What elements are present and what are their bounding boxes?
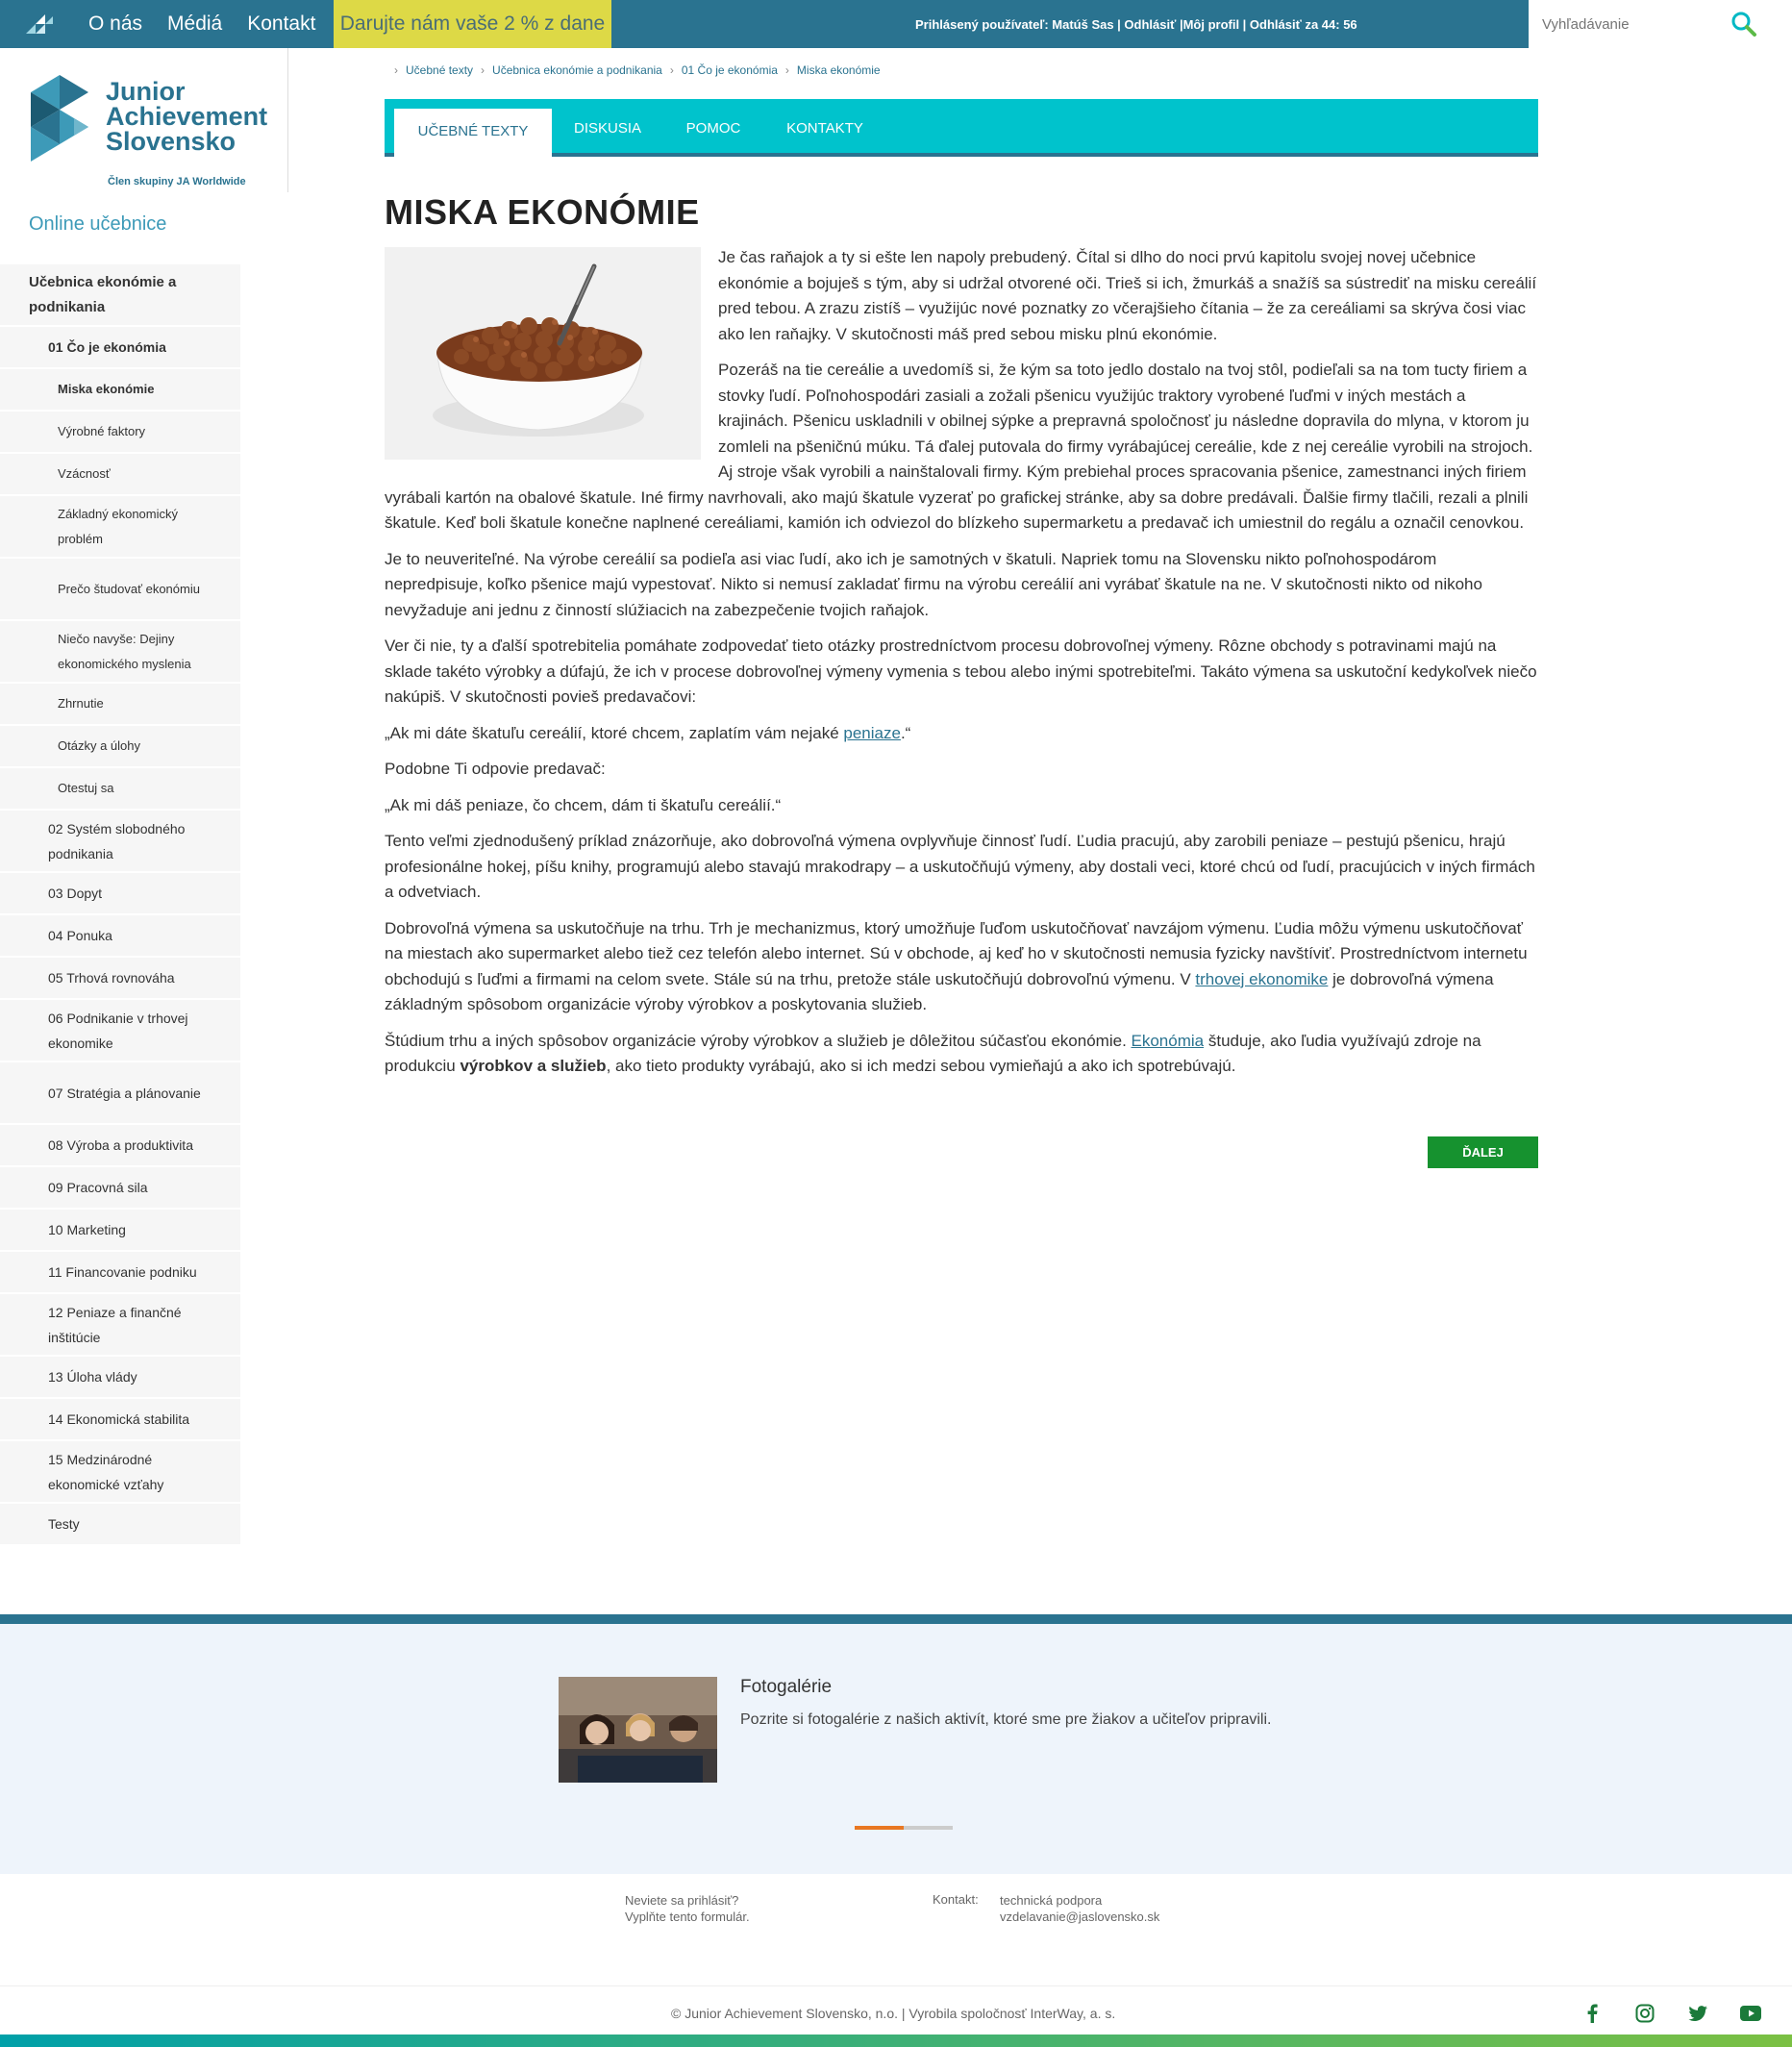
paragraph: Podobne Ti odpovie predavač: xyxy=(385,760,606,778)
social-links xyxy=(1565,2000,1792,2027)
breadcrumb-item[interactable]: 01 Čo je ekonómia xyxy=(682,63,778,77)
ja-logo[interactable]: Junior Achievement Slovensko Člen skupin… xyxy=(0,48,288,192)
paragraph: Ver či nie, ty a ďalší spotrebitelia pom… xyxy=(385,637,1537,706)
nav-contact[interactable]: Kontakt xyxy=(247,12,315,36)
login-help[interactable]: Neviete sa prihlásiť? Vyplňte tento form… xyxy=(625,1892,750,1925)
sidebar-item[interactable]: 05 Trhová rovnováha xyxy=(0,958,240,1000)
sidebar-item[interactable]: Testy xyxy=(0,1504,240,1546)
facebook-icon[interactable] xyxy=(1565,2000,1618,2027)
ja-member-text: Člen skupiny JA Worldwide xyxy=(108,176,246,187)
sidebar-item[interactable]: 04 Ponuka xyxy=(0,915,240,958)
sidebar-item[interactable]: 12 Peniaze a finančné inštitúcie xyxy=(0,1294,240,1357)
sidebar-item[interactable]: Niečo navyše: Dejiny ekonomického myslen… xyxy=(0,621,240,684)
ja-brand-text: Junior Achievement Slovensko xyxy=(106,77,268,156)
nav-media[interactable]: Médiá xyxy=(167,12,222,36)
donate-banner[interactable]: Darujte nám vaše 2 % z dane xyxy=(334,0,611,48)
content-tabs: UČEBNÉ TEXTY DISKUSIA POMOC KONTAKTY xyxy=(385,99,1538,157)
gallery-title[interactable]: Fotogalérie xyxy=(740,1677,832,1698)
sidebar-item[interactable]: 11 Financovanie podniku xyxy=(0,1252,240,1294)
footer-top-line xyxy=(0,1614,1792,1624)
sidebar-item[interactable]: 08 Výroba a produktivita xyxy=(0,1125,240,1167)
sidebar-item[interactable]: Základný ekonomický problém xyxy=(0,496,240,559)
top-bar: O nás Médiá Kontakt Darujte nám vaše 2 %… xyxy=(0,0,1792,48)
sidebar-item[interactable]: Prečo študovať ekonómiu xyxy=(0,559,240,621)
paragraph: Tento veľmi zjednodušený príklad znázorň… xyxy=(385,832,1535,901)
print-icon[interactable] xyxy=(1777,2000,1792,2027)
sidebar-item[interactable]: 01 Čo je ekonómia xyxy=(0,327,240,369)
breadcrumb: › Učebné texty › Učebnica ekonómie a podni… xyxy=(394,63,881,77)
paragraph: „Ak mi dáte škatuľu cereálií, ktoré chce… xyxy=(385,723,911,742)
link-market-economy[interactable]: trhovej ekonomike xyxy=(1195,970,1328,988)
copyright: © Junior Achievement Slovensko, n.o. | V… xyxy=(671,2006,1116,2021)
gallery-description: Pozrite si fotogalérie z našich aktivít,… xyxy=(740,1711,1272,1728)
sidebar-item[interactable]: 14 Ekonomická stabilita xyxy=(0,1399,240,1441)
sidebar-item[interactable]: Výrobné faktory xyxy=(0,412,240,454)
contact-info[interactable]: technická podpora vzdelavanie@jaslovensk… xyxy=(1000,1892,1159,1925)
sidebar-item[interactable]: 06 Podnikanie v trhovej ekonomike xyxy=(0,1000,240,1062)
sidebar-item[interactable]: 15 Medzinárodné ekonomické vzťahy xyxy=(0,1441,240,1504)
breadcrumb-current: Miska ekonómie xyxy=(796,63,881,77)
breadcrumb-item[interactable]: Učebnica ekonómie a podnikania xyxy=(492,63,662,77)
sidebar-item[interactable]: 07 Stratégia a plánovanie xyxy=(0,1062,240,1125)
next-button[interactable]: ĎALEJ xyxy=(1428,1136,1538,1168)
gallery-thumbnail[interactable] xyxy=(559,1677,717,1783)
search-icon[interactable] xyxy=(1730,11,1757,41)
sidebar-title: Online učebnice xyxy=(29,213,167,235)
footer-gradient-bar xyxy=(0,2035,1792,2047)
youtube-icon[interactable] xyxy=(1724,2000,1777,2027)
instagram-icon[interactable] xyxy=(1618,2000,1671,2027)
sidebar-item[interactable]: Vzácnosť xyxy=(0,454,240,496)
footer-divider xyxy=(0,1985,1792,1986)
link-economics[interactable]: Ekonómia xyxy=(1132,1032,1205,1050)
paragraph: „Ak mi dáš peniaze, čo chcem, dám ti ška… xyxy=(385,795,782,814)
sidebar-item[interactable]: Miska ekonómie xyxy=(0,369,240,412)
gallery-slider[interactable] xyxy=(855,1826,953,1830)
search-box xyxy=(1529,0,1792,48)
cereal-bowl-image xyxy=(385,247,701,460)
gallery-band xyxy=(0,1624,1792,1874)
tab-contacts[interactable]: KONTAKTY xyxy=(769,99,881,157)
search-input[interactable] xyxy=(1542,15,1734,33)
sidebar-item[interactable]: Otázky a úlohy xyxy=(0,726,240,768)
sidebar-item[interactable]: Zhrnutie xyxy=(0,684,240,726)
user-session-info[interactable]: Prihlásený používateľ: Matúš Sas | Odhlá… xyxy=(915,0,1357,48)
contact-label: Kontakt: xyxy=(933,1892,979,1907)
sidebar-item[interactable]: 02 Systém slobodného podnikania xyxy=(0,811,240,873)
ja-logo-mark-icon xyxy=(31,75,88,162)
sidebar-item[interactable]: Učebnica ekonómie a podnikania xyxy=(0,264,240,327)
sidebar-item[interactable]: 13 Úloha vlády xyxy=(0,1357,240,1399)
ja-small-logo-icon[interactable] xyxy=(15,0,63,48)
tab-help[interactable]: POMOC xyxy=(665,99,761,157)
gallery-slider-progress xyxy=(855,1826,904,1830)
paragraph: Štúdium trhu a iných spôsobov organizáci… xyxy=(385,1031,1481,1076)
twitter-icon[interactable] xyxy=(1671,2000,1724,2027)
tab-discussion[interactable]: DISKUSIA xyxy=(558,99,658,157)
breadcrumb-item[interactable]: Učebné texty xyxy=(406,63,473,77)
article-body: Je čas raňajok a ty si ešte len napoly p… xyxy=(385,245,1538,1090)
link-money[interactable]: peniaze xyxy=(843,724,901,742)
sidebar-item[interactable]: Otestuj sa xyxy=(0,768,240,811)
nav-about[interactable]: O nás xyxy=(88,12,142,36)
sidebar-nav: Učebnica ekonómie a podnikania 01 Čo je e… xyxy=(0,264,240,1546)
tab-study-texts[interactable]: UČEBNÉ TEXTY xyxy=(394,109,552,157)
sidebar-item[interactable]: 03 Dopyt xyxy=(0,873,240,915)
sidebar-item[interactable]: 09 Pracovná sila xyxy=(0,1167,240,1210)
paragraph: Je to neuveriteľné. Na výrobe cereálií s… xyxy=(385,549,1482,619)
page-title: MISKA EKONÓMIE xyxy=(385,192,700,232)
sidebar-item[interactable]: 10 Marketing xyxy=(0,1210,240,1252)
paragraph: Dobrovoľná výmena sa uskutočňuje na trhu… xyxy=(385,918,1528,1014)
